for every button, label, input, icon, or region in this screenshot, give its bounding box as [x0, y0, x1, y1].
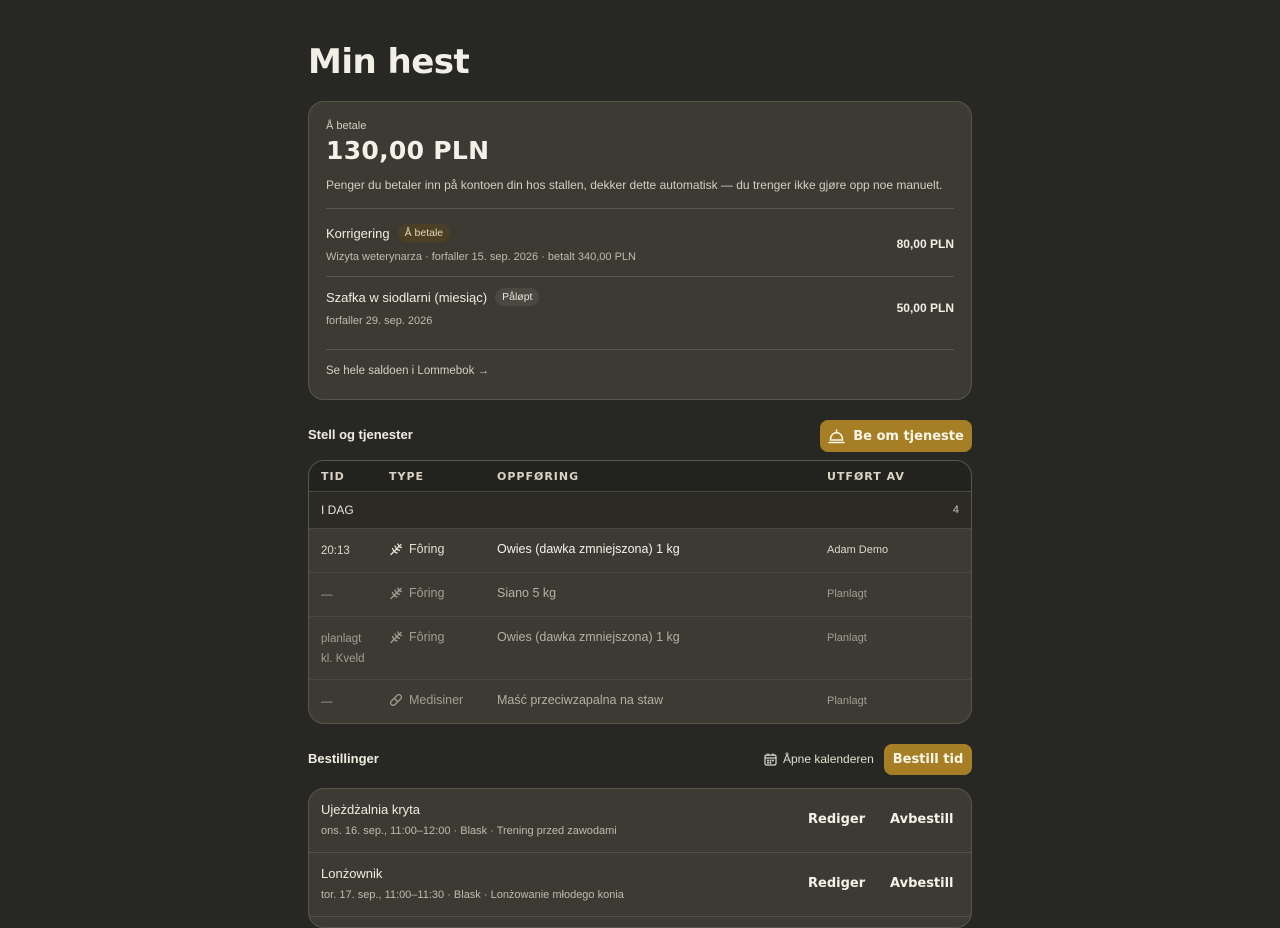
row-type: Medisiner: [409, 693, 464, 707]
list-item: Lonżownik tor. 17. sep., 11:00–11:30 · B…: [309, 853, 971, 917]
row-entry: Maść przeciwzapalna na staw: [497, 693, 664, 707]
balance-label: Å betale: [326, 120, 367, 132]
cancel-booking-button[interactable]: Avbestill: [890, 876, 954, 891]
row-time: —: [321, 589, 333, 601]
balance-description: Penger du betaler inn på kontoen din hos…: [326, 178, 943, 192]
divider: [326, 276, 954, 277]
booking-title: Ujeżdżalnia kryta: [321, 802, 420, 817]
column-header-performed-by: UTFØRT AV: [827, 470, 905, 483]
charge-item: Szafka w siodlarni (miesiąc) Påløpt forf…: [326, 286, 954, 346]
booking-title: Lonżownik: [321, 866, 383, 881]
row-type: Fôring: [409, 630, 445, 644]
book-time-button[interactable]: Bestill tid: [884, 744, 972, 775]
balance-card: Å betale 130,00 PLN Penger du betaler in…: [308, 101, 972, 400]
table-row[interactable]: 20:13 Fôring Owies (dawka zmniejszona) 1…: [309, 529, 971, 573]
charge-title: Szafka w siodlarni (miesiąc): [326, 289, 488, 305]
balance-amount: 130,00 PLN: [326, 136, 490, 165]
row-performed-by: Adam Demo: [827, 544, 889, 556]
row-type: Fôring: [409, 586, 445, 600]
row-performed-by: Planlagt: [827, 588, 867, 600]
wheat-icon: [389, 630, 403, 644]
services-title: Stell og tjenester: [308, 427, 413, 442]
edit-booking-button[interactable]: Rediger: [808, 812, 865, 827]
column-header-time: TID: [321, 470, 345, 483]
column-header-type: TYPE: [389, 470, 425, 483]
cancel-booking-button[interactable]: Avbestill: [890, 812, 954, 827]
table-row[interactable]: — Medisiner Maść przeciwzapalna na staw …: [309, 680, 971, 723]
open-calendar-label: Åpne kalenderen: [783, 752, 874, 766]
wheat-icon: [389, 542, 403, 556]
open-calendar-link[interactable]: Åpne kalenderen: [764, 752, 874, 766]
request-service-label: Be om tjeneste: [853, 428, 964, 444]
row-time-detail: kl. Kveld: [321, 653, 365, 665]
request-service-button[interactable]: Be om tjeneste: [820, 420, 972, 452]
group-row-today: I DAG 4: [309, 492, 971, 529]
booking-subtitle: tor. 17. sep., 11:00–11:30 · Blask · Lon…: [321, 889, 624, 901]
list-item: Ujeżdżalnia kryta ons. 16. sep., 11:00–1…: [309, 789, 971, 853]
charge-amount: 50,00 PLN: [896, 301, 954, 315]
row-time: planlagt: [321, 633, 362, 645]
row-time: —: [321, 696, 333, 708]
charge-amount: 80,00 PLN: [896, 237, 954, 251]
row-entry: Owies (dawka zmniejszona) 1 kg: [497, 630, 680, 644]
charge-title: Korrigering: [326, 225, 390, 241]
status-badge: Påløpt: [495, 288, 540, 306]
bookings-title: Bestillinger: [308, 751, 379, 766]
divider: [326, 349, 954, 350]
column-header-entry: OPPFØRING: [497, 470, 580, 483]
wheat-icon: [389, 586, 403, 600]
row-time: 20:13: [321, 545, 350, 557]
bookings-list: Ujeżdżalnia kryta ons. 16. sep., 11:00–1…: [308, 788, 972, 928]
pill-icon: [389, 693, 403, 707]
table-row[interactable]: — Fôring Siano 5 kg Planlagt: [309, 573, 971, 617]
divider: [326, 208, 954, 209]
charge-item: Korrigering Å betale Wizyta weterynarza …: [326, 222, 954, 282]
booking-subtitle: ons. 16. sep., 11:00–12:00 · Blask · Tre…: [321, 825, 617, 837]
row-performed-by: Planlagt: [827, 632, 867, 644]
wallet-link[interactable]: Se hele saldoen i Lommebok →: [326, 365, 489, 377]
page-title: Min hest: [308, 42, 470, 82]
table-row[interactable]: planlagt kl. Kveld Fôring Owies (dawka z…: [309, 617, 971, 680]
service-bell-icon: [828, 428, 845, 444]
charge-subtitle: forfaller 29. sep. 2026: [326, 315, 433, 327]
status-badge: Å betale: [397, 224, 451, 242]
row-entry: Owies (dawka zmniejszona) 1 kg: [497, 542, 680, 556]
charge-subtitle: Wizyta weterynarza · forfaller 15. sep. …: [326, 251, 636, 263]
row-performed-by: Planlagt: [827, 695, 867, 707]
services-table: TID TYPE OPPFØRING UTFØRT AV I DAG 4 20:…: [308, 460, 972, 724]
edit-booking-button[interactable]: Rediger: [808, 876, 865, 891]
group-label: I DAG: [321, 503, 354, 517]
row-type: Fôring: [409, 542, 445, 556]
group-count: 4: [952, 504, 959, 516]
table-header: TID TYPE OPPFØRING UTFØRT AV: [309, 461, 971, 492]
row-entry: Siano 5 kg: [497, 586, 557, 600]
calendar-icon: [764, 753, 777, 766]
